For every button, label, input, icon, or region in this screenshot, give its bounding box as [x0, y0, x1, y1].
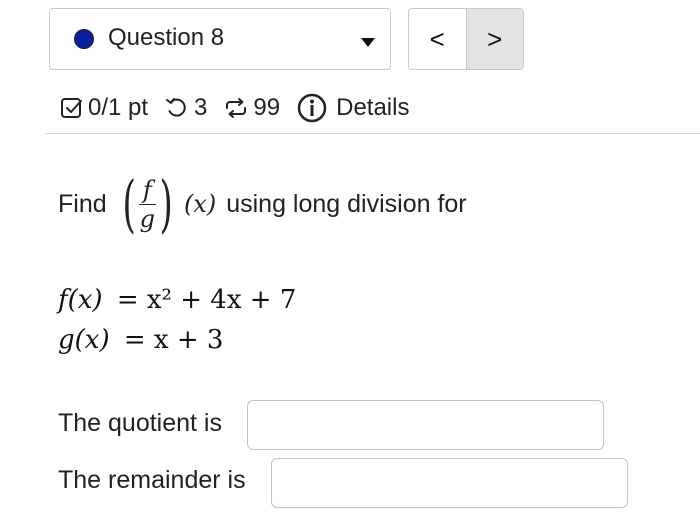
- attempts-count: 3: [194, 94, 208, 121]
- fraction-denominator: g: [139, 204, 155, 233]
- g-rhs: = x + 3: [123, 325, 224, 355]
- question-select[interactable]: Question 8: [49, 8, 391, 70]
- retry-icon: [166, 98, 186, 117]
- fraction-argument: (x): [183, 190, 217, 218]
- fraction: f g: [138, 176, 156, 233]
- question-meta: 0/1 pt 3 99 Details: [60, 88, 425, 128]
- remainder-input[interactable]: [271, 458, 628, 508]
- previous-question-button[interactable]: <: [409, 9, 467, 69]
- fraction-numerator: f: [138, 176, 156, 205]
- quotient-label: The quotient is: [58, 409, 222, 437]
- retries-count: 99: [253, 94, 281, 121]
- question-nav-group: < >: [408, 8, 524, 70]
- info-icon: [297, 93, 327, 123]
- score-group: 0/1 pt: [60, 94, 148, 122]
- f-definition: f(x) = x² + 4x + 7: [58, 285, 296, 315]
- f-rhs: = x² + 4x + 7: [116, 285, 297, 315]
- question-status-dot: [74, 29, 94, 49]
- attempts-group: 3: [164, 94, 207, 122]
- refresh-icon: [226, 98, 247, 118]
- f-lhs: f(x): [58, 285, 103, 315]
- next-question-button[interactable]: >: [466, 9, 523, 69]
- question-select-label: Question 8: [108, 24, 225, 51]
- prompt-start: Find: [58, 189, 107, 218]
- score-text: 0/1 pt: [88, 94, 149, 121]
- chevron-down-icon: [361, 38, 375, 47]
- remainder-label: The remainder is: [58, 466, 246, 494]
- prompt-end: using long division for: [226, 189, 467, 218]
- question-prompt: Find ( f g ) (x) using long division for: [58, 164, 467, 244]
- details-link[interactable]: Details: [296, 92, 409, 124]
- g-lhs: g(x): [58, 325, 110, 355]
- details-label: Details: [336, 94, 410, 121]
- checkbox-icon: [61, 98, 82, 118]
- divider: [45, 133, 700, 134]
- fraction-expression: ( f g ): [117, 173, 178, 235]
- left-paren: (: [122, 167, 136, 240]
- retries-group: 99: [223, 94, 280, 122]
- g-definition: g(x) = x + 3: [58, 325, 223, 355]
- quotient-input[interactable]: [247, 400, 604, 450]
- right-paren: ): [159, 167, 173, 240]
